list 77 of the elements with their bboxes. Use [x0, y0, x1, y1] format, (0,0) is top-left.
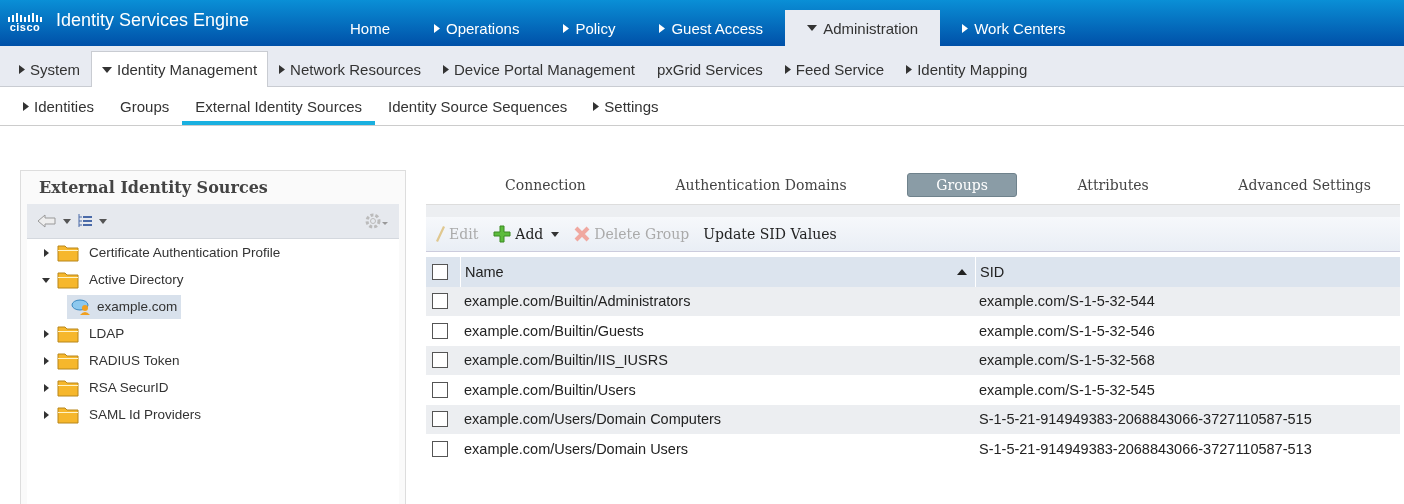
submenu-tab[interactable]: External Identity Sources [182, 87, 375, 125]
menu-tab[interactable]: System [8, 51, 91, 87]
column-header[interactable]: SID [975, 257, 1400, 287]
nav-tab[interactable]: Guest Access [637, 10, 786, 46]
submenu-tab[interactable]: Identities [10, 87, 108, 125]
checkbox[interactable] [432, 440, 448, 457]
table-cell-text: example.com/Users/Domain Users [463, 439, 689, 459]
plus-icon [492, 224, 513, 244]
tree-item[interactable]: SAML Id Providers [85, 404, 206, 425]
menu-tab[interactable]: Device Portal Management [432, 51, 646, 87]
table-row[interactable]: example.com/Builtin/Administrators example.com/S-1-5-32-544 [426, 286, 1400, 316]
submenu-tab[interactable]: Groups [107, 87, 183, 125]
product-title: Identity Services Engine [56, 9, 250, 31]
tree-item[interactable]: Certificate Authentication Profile [85, 242, 285, 263]
table-cell-text: example.com/S-1-5-32-544 [978, 292, 1156, 312]
folder-icon [57, 405, 79, 424]
submenu-tab[interactable]: Settings [580, 87, 672, 125]
menu-tab[interactable]: Network Resources [268, 51, 432, 87]
menu-tab[interactable]: pxGrid Services [645, 51, 774, 87]
expand-arrow-icon[interactable] [41, 409, 51, 420]
table-cell-text: example.com/S-1-5-32-568 [978, 351, 1156, 371]
cisco-logo: cisco [8, 13, 42, 33]
submenu-tab[interactable]: Identity Source Sequences [375, 87, 581, 125]
tree-item[interactable]: LDAP [85, 323, 129, 344]
nav-tab[interactable]: Administration [785, 10, 941, 46]
tree-item[interactable]: Active Directory [85, 269, 188, 290]
close-icon [573, 225, 592, 243]
menu-tab[interactable]: Identity Mapping [895, 51, 1039, 87]
table-cell-text: S-1-5-21-914949383-2068843066-3727110587-513 [978, 439, 1313, 459]
expand-arrow-icon[interactable] [41, 247, 51, 258]
table-cell-text: example.com/S-1-5-32-546 [978, 321, 1156, 341]
caret-down-icon[interactable] [99, 218, 107, 224]
table-row[interactable]: example.com/Users/Domain Computers S-1-5-21-914949383-2068843066-3727110587-515 [426, 404, 1400, 434]
sort-up-icon [957, 268, 967, 275]
table-cell-text: example.com/Builtin/Users [463, 380, 637, 400]
table-row[interactable]: example.com/Builtin/IIS_IUSRS example.com/S-1-5-32-568 [426, 345, 1400, 375]
expand-arrow-icon[interactable] [41, 328, 51, 339]
nav-tab[interactable]: Operations [412, 10, 542, 46]
tree-item[interactable]: RADIUS Token [85, 350, 184, 371]
nav-tab[interactable]: Home [328, 10, 412, 46]
update-button[interactable]: Update SID Values [703, 226, 837, 242]
tree-view-icon[interactable] [77, 213, 93, 229]
checkbox[interactable] [432, 411, 448, 428]
column-header[interactable]: Name [460, 257, 975, 287]
checkbox[interactable] [432, 263, 448, 280]
tree-item[interactable]: example.com [67, 294, 182, 319]
tab[interactable]: Attributes [1048, 173, 1178, 197]
expand-arrow-icon[interactable] [41, 355, 51, 366]
nav-tab[interactable]: Policy [541, 10, 638, 46]
pencil-icon [434, 225, 446, 243]
folder-icon [57, 270, 79, 289]
tab[interactable]: Authentication Domains [646, 173, 876, 197]
checkbox[interactable] [432, 322, 448, 339]
folder-icon [57, 351, 79, 370]
checkbox[interactable] [432, 352, 448, 369]
tab[interactable]: Advanced Settings [1209, 173, 1400, 197]
tab[interactable]: Connection [476, 173, 615, 197]
menu-tab[interactable]: Feed Service [773, 51, 896, 87]
table-cell-text: example.com/Users/Domain Computers [463, 410, 723, 430]
expand-arrow-icon[interactable] [41, 382, 51, 393]
table-cell-text: S-1-5-21-914949383-2068843066-3727110587-515 [978, 410, 1313, 430]
checkbox[interactable] [432, 293, 448, 310]
table-cell-text: example.com/S-1-5-32-545 [978, 380, 1156, 400]
tree-item[interactable]: RSA SecurID [85, 377, 173, 398]
menu-tab[interactable]: Identity Management [91, 51, 269, 87]
table-cell-text: example.com/Builtin/Guests [463, 321, 645, 341]
folder-icon [57, 378, 79, 397]
panel-title: External Identity Sources [38, 177, 269, 199]
table-cell-text: example.com/Builtin/IIS_IUSRS [463, 351, 669, 371]
table-cell-text: example.com/Builtin/Administrators [463, 292, 692, 312]
nav-tab[interactable]: Work Centers [940, 10, 1088, 46]
add-button[interactable]: Add [492, 224, 560, 244]
caret-down-icon[interactable] [63, 218, 71, 224]
folder-icon [57, 324, 79, 343]
folder-icon [57, 243, 79, 262]
checkbox[interactable] [432, 381, 448, 398]
caret-down-icon [551, 231, 560, 237]
